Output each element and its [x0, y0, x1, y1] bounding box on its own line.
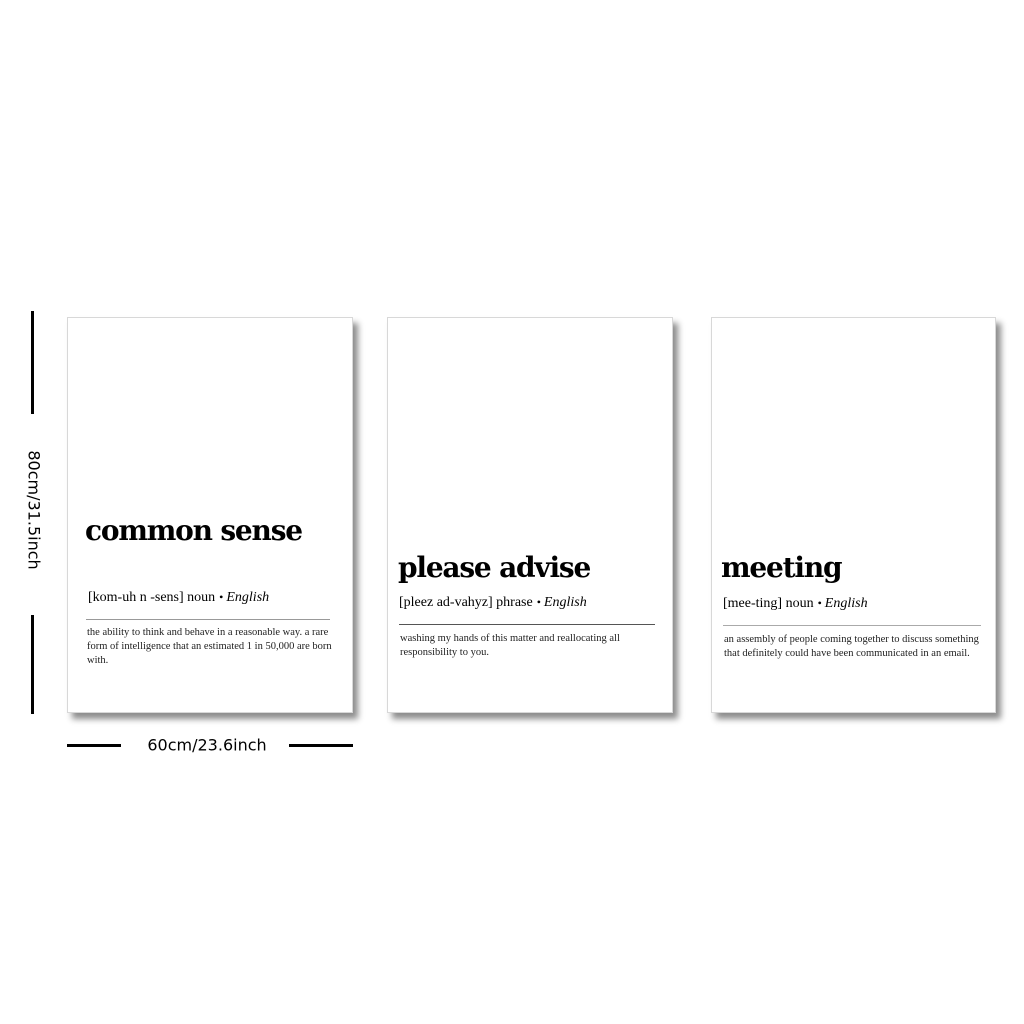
poster-common-sense: common sense [kom-uh n -sens] noun • Engli…: [67, 317, 353, 713]
poster-pronunciation-line: [kom-uh n -sens] noun • English: [88, 589, 269, 606]
poster-pronunciation-line: [pleez ad-vahyz] phrase • English: [399, 594, 587, 611]
pronunciation: [mee-ting]: [723, 596, 783, 611]
width-dimension-label: 60cm/23.6inch: [147, 735, 267, 755]
pronunciation: [kom-uh n -sens]: [88, 590, 184, 605]
width-dimension-line-right: [289, 744, 353, 747]
poster-word: meeting: [721, 551, 843, 584]
language: English: [543, 595, 587, 610]
poster-word: please advise: [398, 551, 591, 584]
part-of-speech: phrase: [496, 595, 533, 610]
bullet: •: [817, 596, 822, 610]
divider: [723, 625, 981, 626]
height-dimension-label: 80cm/31.5inch: [24, 450, 44, 570]
height-dimension-line-top: [31, 311, 34, 414]
poster-pronunciation-line: [mee-ting] noun • English: [723, 595, 868, 612]
poster-please-advise: please advise [pleez ad-vahyz] phrase • En…: [387, 317, 673, 713]
part-of-speech: noun: [785, 596, 814, 611]
poster-definition: washing my hands of this matter and real…: [400, 633, 620, 658]
poster-word: common sense: [85, 514, 303, 547]
poster-definition: an assembly of people coming together to…: [724, 634, 979, 659]
pronunciation: [pleez ad-vahyz]: [399, 595, 493, 610]
part-of-speech: noun: [187, 590, 216, 605]
language: English: [226, 590, 270, 605]
language: English: [824, 596, 868, 611]
divider: [399, 624, 655, 625]
bullet: •: [536, 595, 541, 609]
bullet: •: [219, 590, 224, 604]
poster-definition: the ability to think and behave in a rea…: [87, 627, 332, 666]
height-dimension-line-bottom: [31, 615, 34, 714]
divider: [86, 619, 330, 620]
poster-meeting: meeting [mee-ting] noun • English an assem…: [711, 317, 996, 713]
width-dimension-line-left: [67, 744, 121, 747]
